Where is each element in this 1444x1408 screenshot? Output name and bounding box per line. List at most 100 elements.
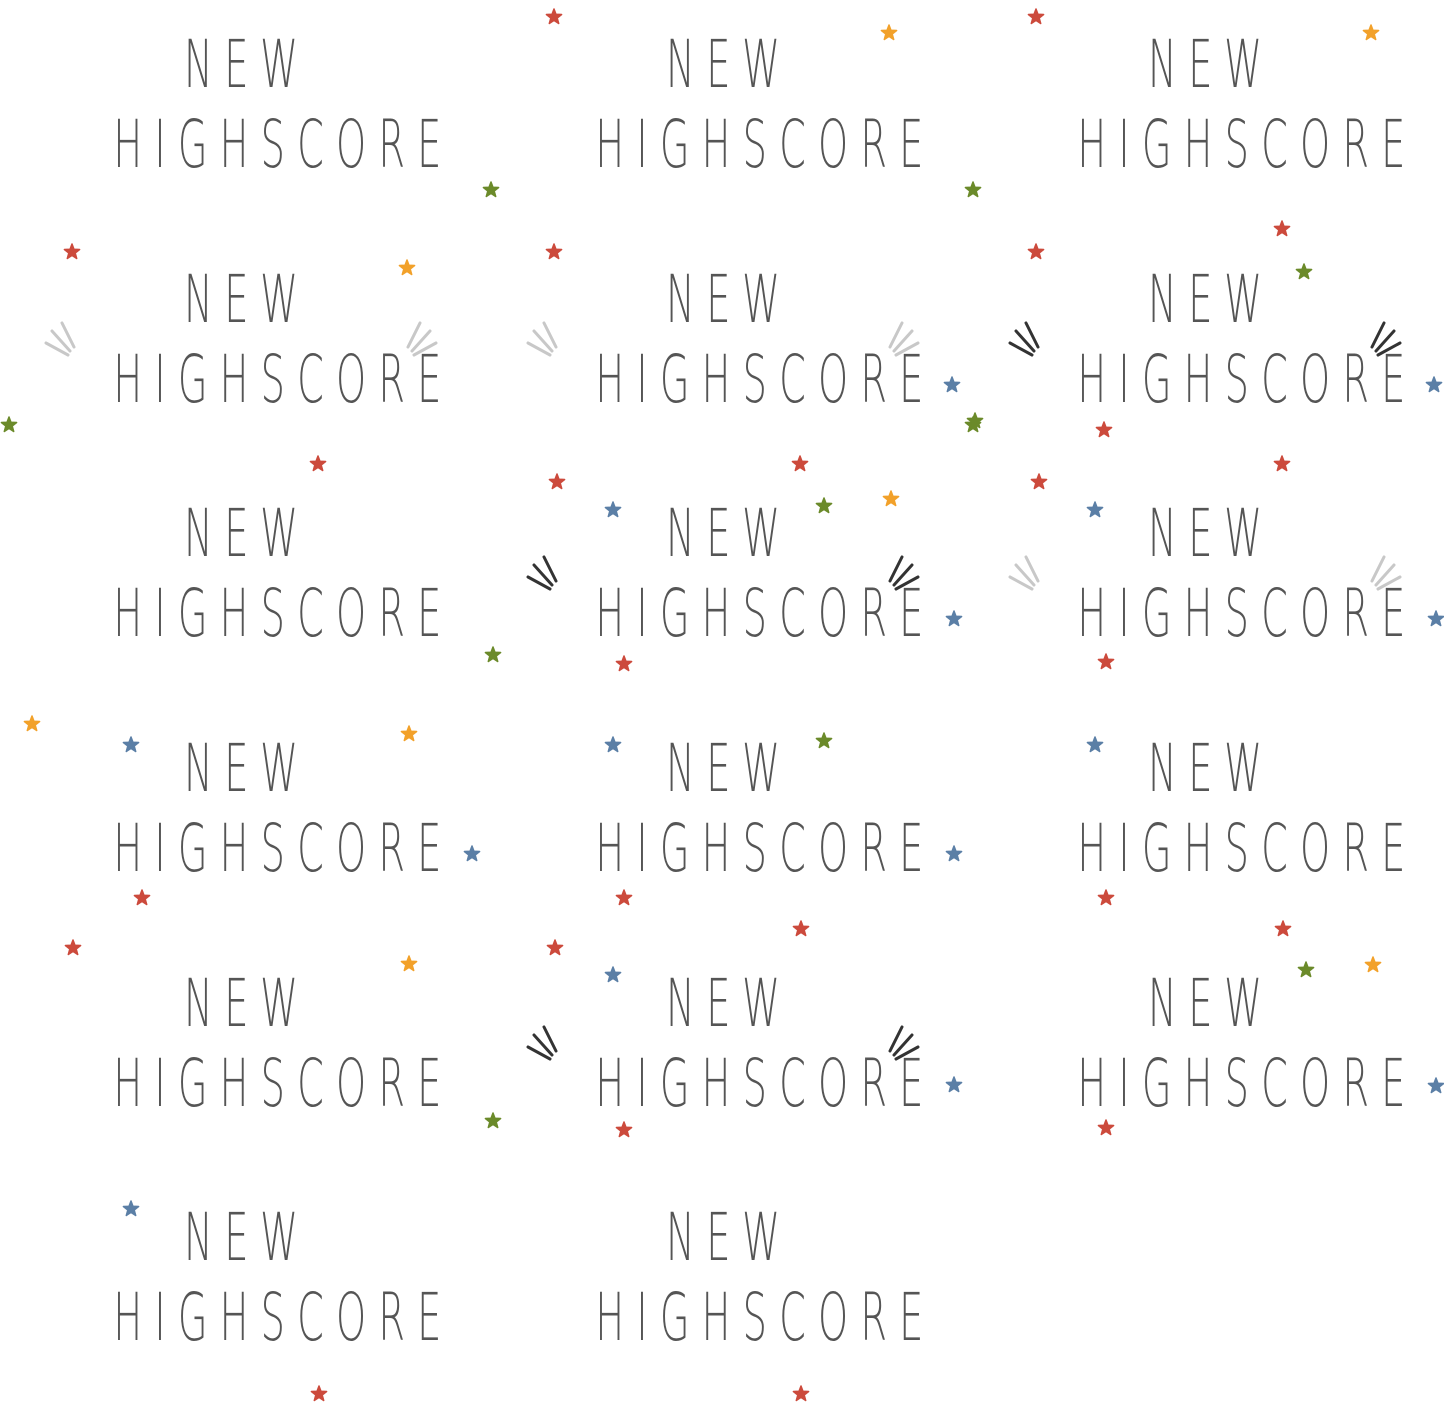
highscore-frame-3: NEW HIGHSCORE <box>964 0 1444 237</box>
highscore-label: HIGHSCORE <box>113 1279 454 1356</box>
new-label: NEW <box>184 965 310 1042</box>
highscore-label: HIGHSCORE <box>595 810 936 887</box>
blue-star-icon <box>1427 610 1444 627</box>
frame-effects <box>964 1173 1444 1407</box>
highscore-label: HIGHSCORE <box>113 810 454 887</box>
highscore-frame-9: NEW HIGHSCORE <box>964 469 1444 703</box>
new-label: NEW <box>184 26 310 103</box>
red-star-icon <box>615 1121 633 1138</box>
highscore-label: HIGHSCORE <box>1077 106 1418 183</box>
new-label: NEW <box>1148 495 1274 572</box>
highscore-frame-10: NEW HIGHSCORE <box>0 704 482 938</box>
red-star-icon <box>1095 421 1113 438</box>
red-star-icon <box>545 8 563 25</box>
highscore-sprite-sheet: NEW HIGHSCORE NEW HIGHSCORE NEW HIGHSCOR… <box>0 0 1444 1408</box>
highscore-frame-2: NEW HIGHSCORE <box>482 0 964 234</box>
highscore-frame-11: NEW HIGHSCORE <box>482 704 964 938</box>
burst-left-icon <box>526 321 558 357</box>
red-star-icon <box>615 655 633 672</box>
highscore-frame-16: NEW HIGHSCORE <box>0 1173 482 1407</box>
new-label: NEW <box>184 1199 310 1276</box>
new-label: NEW <box>666 730 792 807</box>
blue-star-icon <box>945 845 963 862</box>
green-star-icon <box>964 181 982 198</box>
blue-star-icon <box>463 845 481 862</box>
red-star-icon <box>1030 473 1048 490</box>
new-label: NEW <box>666 495 792 572</box>
orange-star-icon <box>880 24 898 41</box>
highscore-frame-7: NEW HIGHSCORE <box>0 469 482 703</box>
highscore-label: HIGHSCORE <box>113 1045 454 1122</box>
red-star-icon <box>548 473 566 490</box>
highscore-label: HIGHSCORE <box>595 106 936 183</box>
red-star-icon <box>63 243 81 260</box>
green-star-icon <box>484 1112 502 1129</box>
green-star-icon <box>484 646 502 663</box>
highscore-label: HIGHSCORE <box>595 1279 936 1356</box>
red-star-icon <box>1027 8 1045 25</box>
highscore-label: HIGHSCORE <box>113 341 454 418</box>
red-star-icon <box>792 1385 810 1402</box>
highscore-frame-14: NEW HIGHSCORE <box>482 939 964 1173</box>
green-star-icon <box>964 416 982 433</box>
highscore-label: HIGHSCORE <box>1077 341 1418 418</box>
highscore-label: HIGHSCORE <box>113 575 454 652</box>
highscore-frame-18 <box>964 1173 1444 1407</box>
orange-star-icon <box>400 955 418 972</box>
highscore-frame-17: NEW HIGHSCORE <box>482 1173 964 1407</box>
blue-star-icon <box>945 610 963 627</box>
burst-left-icon <box>526 555 558 591</box>
highscore-frame-13: NEW HIGHSCORE <box>0 939 482 1173</box>
blue-star-icon <box>945 1076 963 1093</box>
highscore-label: HIGHSCORE <box>595 1045 936 1122</box>
red-star-icon <box>1097 653 1115 670</box>
red-star-icon <box>615 889 633 906</box>
new-label: NEW <box>1148 26 1274 103</box>
orange-star-icon <box>400 725 418 742</box>
orange-star-icon <box>23 715 41 732</box>
highscore-frame-1: NEW HIGHSCORE <box>0 0 482 234</box>
red-star-icon <box>546 939 564 956</box>
red-star-icon <box>133 889 151 906</box>
highscore-frame-12: NEW HIGHSCORE <box>964 704 1444 938</box>
new-label: NEW <box>184 730 310 807</box>
red-star-icon <box>1274 920 1292 937</box>
highscore-label: HIGHSCORE <box>1077 810 1418 887</box>
new-label: NEW <box>666 1199 792 1276</box>
blue-star-icon <box>1425 376 1443 393</box>
burst-left-icon <box>1008 321 1040 357</box>
new-label: NEW <box>184 495 310 572</box>
highscore-frame-5: NEW HIGHSCORE <box>482 235 984 472</box>
highscore-frame-15: NEW HIGHSCORE <box>964 939 1444 1173</box>
burst-left-icon <box>1008 555 1040 591</box>
new-label: NEW <box>666 965 792 1042</box>
highscore-label: HIGHSCORE <box>113 106 454 183</box>
orange-star-icon <box>882 490 900 507</box>
highscore-label: HIGHSCORE <box>1077 1045 1418 1122</box>
new-label: NEW <box>666 26 792 103</box>
red-star-icon <box>1097 1119 1115 1136</box>
green-star-icon <box>0 416 18 433</box>
blue-star-icon <box>943 376 961 393</box>
burst-left-icon <box>526 1025 558 1061</box>
red-star-icon <box>545 243 563 260</box>
highscore-frame-6: NEW HIGHSCORE <box>964 235 1444 472</box>
highscore-frame-8: NEW HIGHSCORE <box>482 469 964 703</box>
red-star-icon <box>1027 243 1045 260</box>
red-star-icon <box>310 1385 328 1402</box>
burst-left-icon <box>44 321 76 357</box>
highscore-label: HIGHSCORE <box>1077 575 1418 652</box>
orange-star-icon <box>1364 956 1382 973</box>
new-label: NEW <box>1148 965 1274 1042</box>
highscore-frame-4: NEW HIGHSCORE <box>0 235 482 472</box>
green-star-icon <box>482 181 500 198</box>
orange-star-icon <box>398 259 416 276</box>
new-label: NEW <box>1148 730 1274 807</box>
blue-star-icon <box>1427 1077 1444 1094</box>
new-label: NEW <box>1148 261 1274 338</box>
highscore-label: HIGHSCORE <box>595 575 936 652</box>
new-label: NEW <box>184 261 310 338</box>
red-star-icon <box>792 920 810 937</box>
highscore-label: HIGHSCORE <box>595 341 936 418</box>
orange-star-icon <box>1362 24 1380 41</box>
